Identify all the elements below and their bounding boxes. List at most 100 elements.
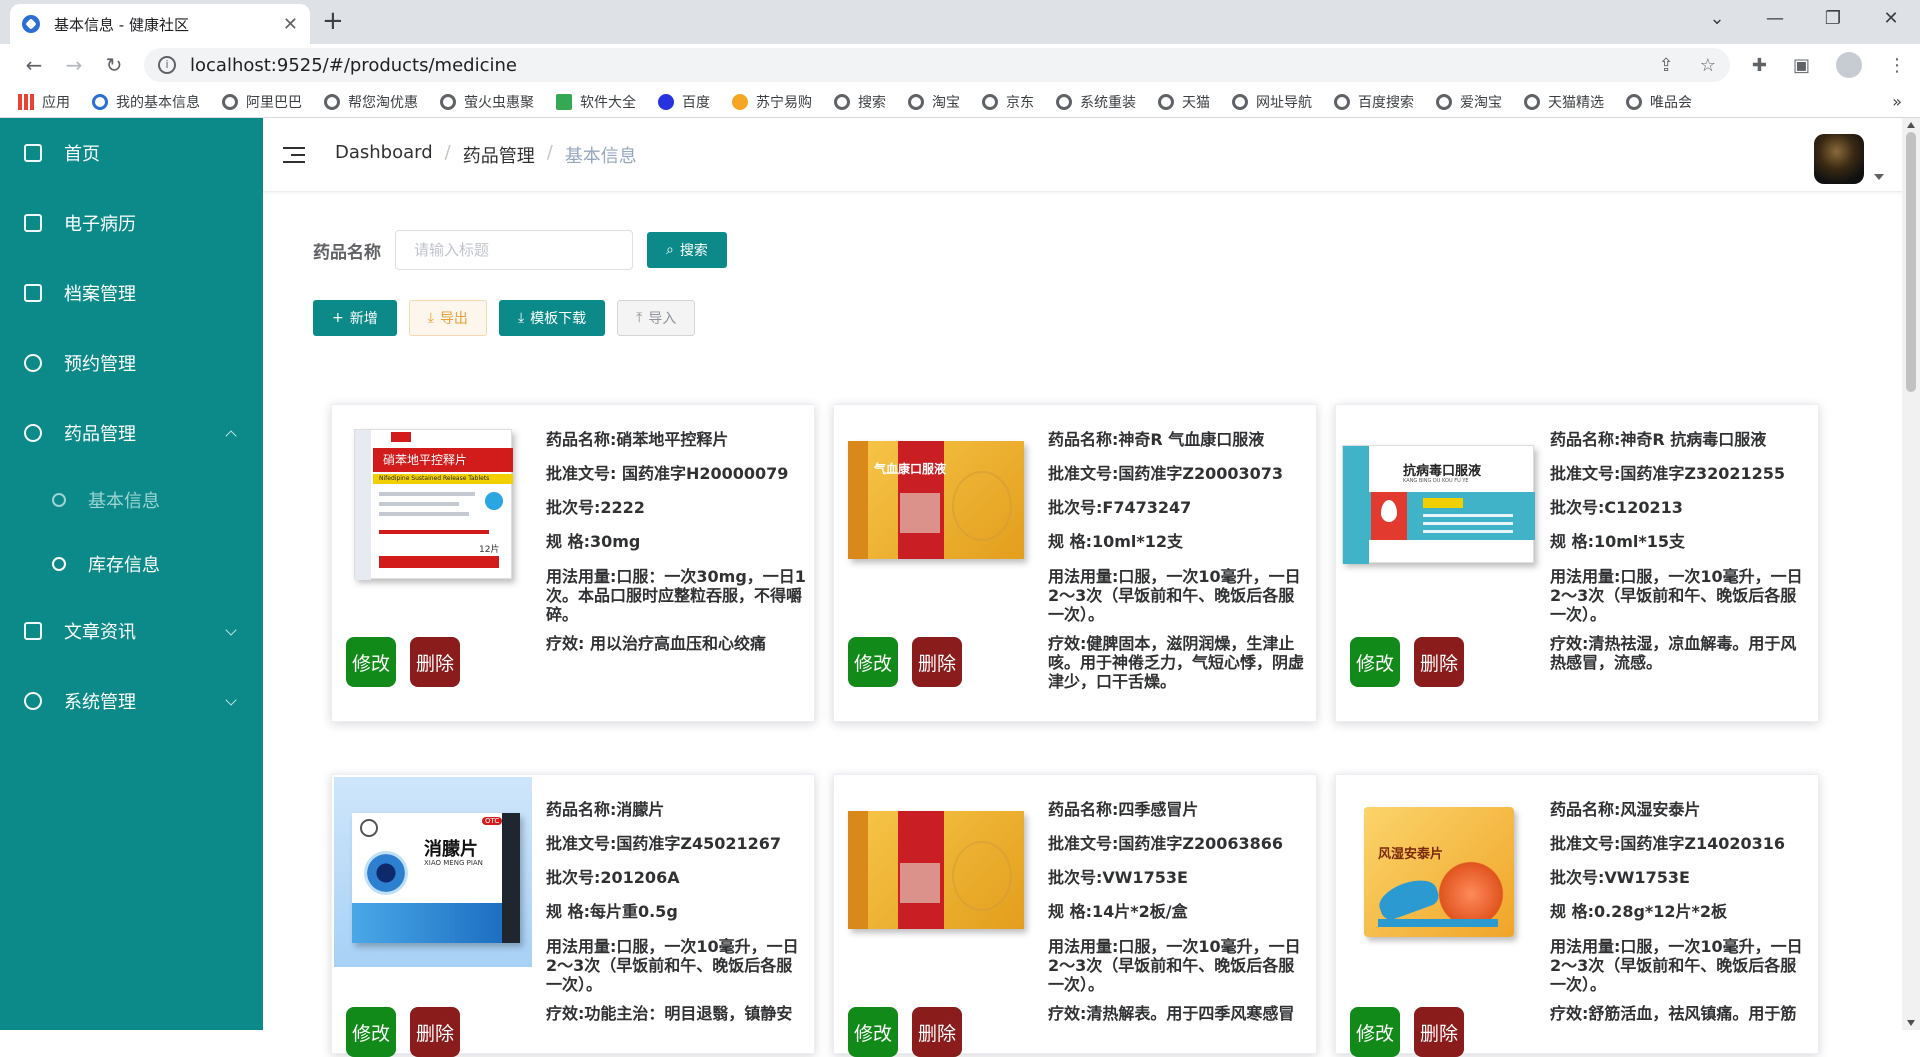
globe-icon	[1232, 93, 1248, 110]
delete-button[interactable]: 删除	[410, 637, 460, 687]
globe-icon	[1626, 93, 1642, 110]
globe-icon	[1524, 93, 1540, 110]
sidebar-item-inventory[interactable]: 库存信息	[0, 532, 263, 596]
bookmark-item[interactable]: 唯品会	[1626, 92, 1692, 112]
bookmark-item[interactable]: 爱淘宝	[1436, 92, 1502, 112]
browser-menu-icon[interactable]: ⋮	[1888, 55, 1906, 76]
bookmark-item[interactable]: 淘宝	[908, 92, 960, 112]
medicine-name: 药品名称:消朦片	[546, 800, 665, 819]
medicine-name: 药品名称:四季感冒片	[1048, 800, 1199, 819]
bookmark-item[interactable]: 我的基本信息	[92, 92, 200, 112]
baidu-paw-icon	[658, 93, 674, 110]
globe-icon	[1436, 93, 1452, 110]
caret-down-icon[interactable]	[1874, 174, 1884, 180]
bookmark-item[interactable]: 搜索	[834, 92, 886, 112]
user-icon	[24, 692, 42, 710]
page-scrollbar[interactable]	[1902, 118, 1920, 1030]
delete-button[interactable]: 删除	[912, 637, 962, 687]
bookmark-item[interactable]: 系统重装	[1056, 92, 1136, 112]
bookmark-star-icon[interactable]: ☆	[1700, 55, 1716, 76]
upload-icon: ⤒	[636, 310, 643, 326]
minimize-icon[interactable]: —	[1746, 0, 1804, 40]
medicine-card: 风湿安泰片 药品名称:风湿安泰片 批准文号:国药准字Z14020316 批次号:…	[1335, 774, 1819, 1057]
bookmark-item[interactable]: 百度	[658, 92, 710, 112]
approval-number: 批准文号:国药准字Z20003073	[1048, 464, 1284, 483]
breadcrumb-dashboard[interactable]: Dashboard	[335, 142, 433, 168]
maximize-icon[interactable]: ❐	[1804, 0, 1862, 40]
sidebar-item-articles[interactable]: 文章资讯	[0, 596, 263, 666]
scrollbar-thumb[interactable]	[1906, 132, 1916, 392]
menu-toggle-icon[interactable]	[283, 146, 305, 163]
bookmark-item[interactable]: 软件大全	[556, 92, 636, 112]
edit-button[interactable]: 修改	[346, 1007, 396, 1057]
specification: 规 格:10ml*12支	[1048, 532, 1184, 551]
share-icon[interactable]: ⇪	[1659, 55, 1674, 76]
bookmark-item[interactable]: 苏宁易购	[732, 92, 812, 112]
side-panel-icon[interactable]: ▣	[1793, 55, 1810, 76]
product-image: 风湿安泰片	[1338, 777, 1534, 967]
import-button[interactable]: ⤒ 导入	[617, 300, 696, 336]
batch-number: 批次号:C120213	[1550, 498, 1683, 517]
profile-avatar[interactable]	[1836, 52, 1862, 78]
bookmark-item[interactable]: 京东	[982, 92, 1034, 112]
bookmarks-overflow-icon[interactable]: »	[1892, 92, 1902, 111]
edit-button[interactable]: 修改	[848, 1007, 898, 1057]
delete-button[interactable]: 删除	[912, 1007, 962, 1057]
globe-icon	[834, 93, 850, 110]
bookmarks-bar: 应用 我的基本信息 阿里巴巴 帮您淘优惠 萤火虫惠聚 软件大全 百度 苏宁易购 …	[0, 86, 1920, 118]
bookmark-item[interactable]: 天猫精选	[1524, 92, 1604, 112]
sidebar-item-system[interactable]: 系统管理	[0, 666, 263, 736]
medicine-card: 抗病毒口服液 KANG BING DU KOU FU YE 药品名称:神奇R 抗…	[1335, 404, 1819, 722]
browser-tab[interactable]: 基本信息 - 健康社区 ✕	[10, 4, 310, 44]
search-button[interactable]: ⌕ 搜索	[647, 232, 727, 268]
search-input[interactable]	[395, 230, 633, 270]
add-button[interactable]: + 新增	[313, 300, 397, 336]
sidebar-item-basic-info[interactable]: 基本信息	[0, 468, 263, 532]
usage-dosage: 用法用量:口服，一次10毫升，一日2～3次（早饭前和午、晚饭后各服一次）。	[546, 937, 799, 994]
site-info-icon[interactable]: i	[158, 56, 176, 74]
edit-button[interactable]: 修改	[848, 637, 898, 687]
efficacy: 疗效:健脾固本，滋阴润燥，生津止咳。用于神倦乏力，气短心悸，阴虚津少，口干舌燥。	[1048, 634, 1305, 691]
export-button[interactable]: ⤓ 导出	[408, 300, 487, 336]
reload-icon[interactable]: ↻	[94, 53, 134, 77]
approval-number: 批准文号:国药准字Z20063866	[1048, 834, 1284, 853]
back-icon[interactable]: ←	[14, 53, 54, 77]
tab-search-icon[interactable]: ⌄	[1688, 0, 1746, 40]
scroll-down-icon[interactable]	[1907, 1020, 1915, 1026]
efficacy: 疗效:清热祛湿，凉血解毒。用于风热感冒，流感。	[1550, 634, 1797, 672]
bookmark-item[interactable]: 萤火虫惠聚	[440, 92, 534, 112]
bookmark-item[interactable]: 阿里巴巴	[222, 92, 302, 112]
download-icon: ⤓	[427, 310, 434, 326]
usage-dosage: 用法用量:口服，一次10毫升，一日2～3次（早饭前和午、晚饭后各服一次）。	[1550, 937, 1803, 994]
search-label: 药品名称	[313, 242, 381, 263]
delete-button[interactable]: 删除	[1414, 637, 1464, 687]
delete-button[interactable]: 删除	[410, 1007, 460, 1057]
bookmark-item[interactable]: 帮您淘优惠	[324, 92, 418, 112]
edit-button[interactable]: 修改	[346, 637, 396, 687]
new-tab-icon[interactable]: +	[322, 6, 344, 36]
sidebar-item-archive[interactable]: 档案管理	[0, 258, 263, 328]
edit-button[interactable]: 修改	[1350, 637, 1400, 687]
close-tab-icon[interactable]: ✕	[283, 14, 298, 35]
breadcrumb-medicine[interactable]: 药品管理	[463, 142, 535, 168]
sidebar-item-medical-record[interactable]: 电子病历	[0, 188, 263, 258]
edit-button[interactable]: 修改	[1350, 1007, 1400, 1057]
bookmark-item[interactable]: 网址导航	[1232, 92, 1312, 112]
home-icon	[24, 144, 42, 162]
bookmark-item[interactable]: 应用	[18, 92, 70, 112]
delete-button[interactable]: 删除	[1414, 1007, 1464, 1057]
bookmark-item[interactable]: 百度搜索	[1334, 92, 1414, 112]
scroll-up-icon[interactable]	[1907, 122, 1915, 128]
extensions-icon[interactable]: ✚	[1752, 55, 1767, 76]
sidebar-item-appointment[interactable]: 预约管理	[0, 328, 263, 398]
template-download-button[interactable]: ⤓ 模板下载	[498, 300, 606, 336]
forward-icon[interactable]: →	[54, 53, 94, 77]
bookmark-item[interactable]: 天猫	[1158, 92, 1210, 112]
close-window-icon[interactable]: ✕	[1862, 0, 1920, 40]
user-avatar[interactable]	[1814, 134, 1864, 184]
globe-icon	[1334, 93, 1350, 110]
plus-icon: +	[332, 310, 344, 326]
sidebar-item-home[interactable]: 首页	[0, 118, 263, 188]
sidebar-item-medicine[interactable]: 药品管理	[0, 398, 263, 468]
url-field[interactable]: i localhost:9525/#/products/medicine ⇪ ☆	[144, 48, 1730, 82]
